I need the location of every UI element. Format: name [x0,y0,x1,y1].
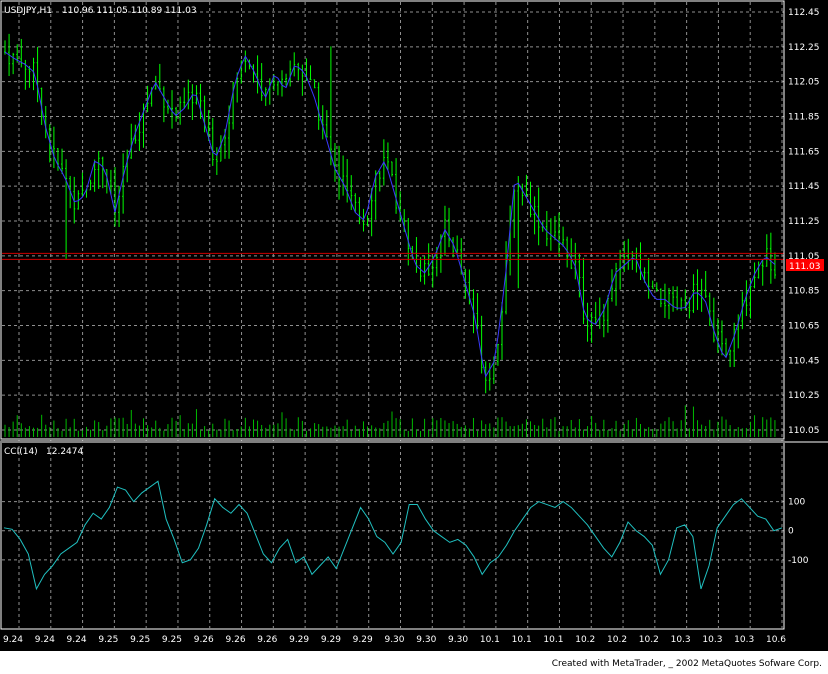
price-tick-label: 111.85 [788,113,820,123]
chart-canvas[interactable]: 112.45 112.25 112.05 111.85 111.65 111.45 111.… [0,0,828,670]
current-price-label: 111.03 [789,262,821,272]
time-tick-label: 10.1 [512,635,532,645]
ohlc-readout: 110.96 111.05 110.89 111.03 [62,6,197,16]
price-tick-label: 112.05 [788,78,820,88]
chart-symbol: USDJPY,H1 [4,6,52,16]
time-tick-label: 9.29 [321,635,341,645]
time-tick-label: 10.2 [639,635,659,645]
cci-level-label: 100 [788,498,805,508]
price-tick-label: 110.45 [788,356,820,366]
price-tick-label: 110.05 [788,426,820,436]
time-tick-label: 9.26 [194,635,214,645]
time-tick-label: 10.1 [543,635,563,645]
price-tick-label: 110.25 [788,391,820,401]
chart-background [0,0,828,670]
time-tick-label: 10.1 [480,635,500,645]
price-tick-label: 112.25 [788,43,820,53]
time-tick-label: 9.24 [67,635,87,645]
time-tick-label: 9.29 [289,635,309,645]
indicator-name: CCI(14) [4,447,38,457]
time-tick-label: 9.24 [3,635,23,645]
time-tick-label: 9.25 [162,635,182,645]
time-tick-label: 10.3 [671,635,691,645]
price-tick-label: 111.65 [788,147,820,157]
cci-level-label: 0 [788,527,794,537]
time-tick-label: 10.3 [702,635,722,645]
price-tick-label: 110.65 [788,322,820,332]
time-tick-label: 9.26 [226,635,246,645]
time-tick-label: 10.2 [575,635,595,645]
indicator-value: 12.2474 [46,447,83,457]
panel-separator[interactable] [1,441,828,443]
price-tick-label: 110.85 [788,287,820,297]
time-tick-label: 9.30 [384,635,404,645]
time-tick-label: 9.25 [98,635,118,645]
time-tick-label: 10.6 [766,635,786,645]
time-tick-label: 9.26 [257,635,277,645]
time-tick-label: 9.24 [35,635,55,645]
time-tick-label: 9.25 [130,635,150,645]
time-tick-label: 9.30 [416,635,436,645]
price-tick-label: 111.45 [788,182,820,192]
metatrader-chart-window[interactable]: 112.45 112.25 112.05 111.85 111.65 111.45 111.… [0,0,828,670]
price-tick-label: 112.45 [788,8,820,18]
price-tick-label: 111.25 [788,217,820,227]
time-tick-label: 10.3 [734,635,754,645]
time-tick-label: 9.30 [448,635,468,645]
footer-credit: Created with MetaTrader, _ 2002 MetaQuot… [552,659,822,669]
time-tick-label: 9.29 [353,635,373,645]
time-tick-label: 10.2 [607,635,627,645]
cci-level-label: -100 [788,556,809,566]
